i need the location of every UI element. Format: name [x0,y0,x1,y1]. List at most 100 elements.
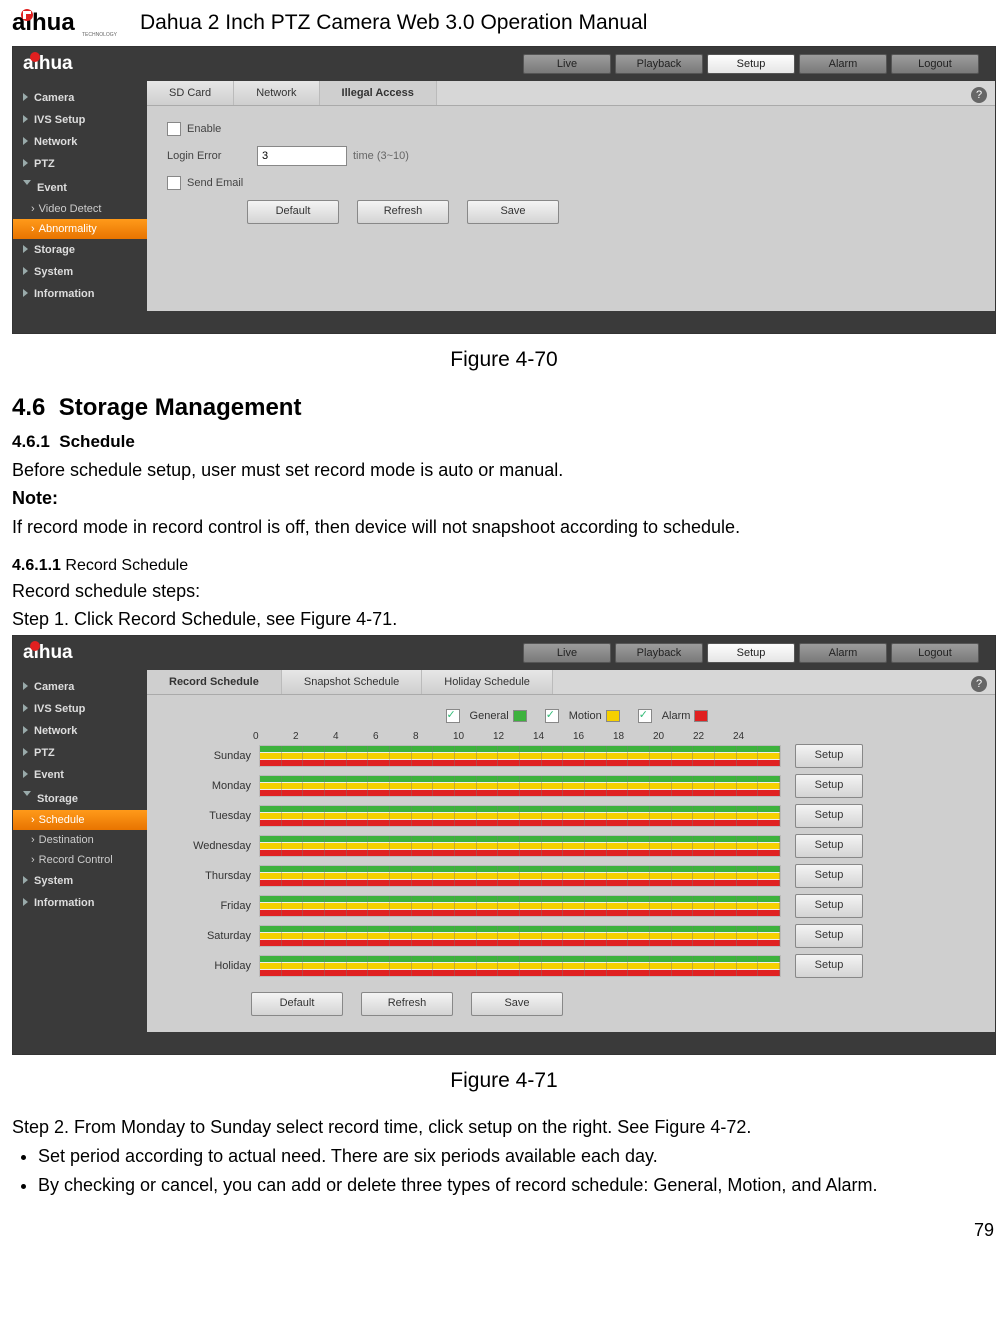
axis-tick: 0 [253,731,293,742]
tab-sd-card[interactable]: SD Card [147,81,234,105]
day-label: Sunday [173,750,259,762]
nav-setup[interactable]: Setup [707,643,795,663]
save-button[interactable]: Save [467,200,559,224]
sidebar-item-camera[interactable]: Camera [13,676,147,698]
enable-checkbox[interactable] [167,122,181,136]
setup-button[interactable]: Setup [795,894,863,918]
svg-text:TECHNOLOGY: TECHNOLOGY [82,32,118,38]
setup-button[interactable]: Setup [795,954,863,978]
schedule-row: Wednesday Setup [173,834,981,858]
day-label: Friday [173,900,259,912]
default-button[interactable]: Default [247,200,339,224]
sidebar-item-system[interactable]: System [13,870,147,892]
chevron-right-icon [23,770,28,778]
section-heading: 4.6 Storage Management [12,394,996,422]
tab-bar: Record Schedule Snapshot Schedule Holida… [147,670,995,695]
schedule-bars [259,895,781,917]
sidebar-sub-schedule[interactable]: ›Schedule [13,810,147,830]
body-text: Step 2. From Monday to Sunday select rec… [12,1115,996,1139]
save-button[interactable]: Save [471,992,563,1016]
nav-alarm[interactable]: Alarm [799,54,887,74]
body-text: Before schedule setup, user must set rec… [12,458,996,482]
document-header: alhua TECHNOLOGY Dahua 2 Inch PTZ Camera… [12,0,996,42]
sidebar-item-ptz[interactable]: PTZ [13,153,147,175]
sidebar-item-information[interactable]: Information [13,892,147,914]
sidebar-item-ivs[interactable]: IVS Setup [13,109,147,131]
arrow-icon: › [31,814,35,826]
axis-tick: 22 [693,731,733,742]
login-error-suffix: time (3~10) [353,150,409,162]
setup-button[interactable]: Setup [795,834,863,858]
sidebar-item-event[interactable]: Event [13,764,147,786]
tab-snapshot-schedule[interactable]: Snapshot Schedule [282,670,422,694]
sidebar-item-ivs[interactable]: IVS Setup [13,698,147,720]
document-title: Dahua 2 Inch PTZ Camera Web 3.0 Operatio… [140,11,647,35]
nav-live[interactable]: Live [523,643,611,663]
nav-logout[interactable]: Logout [891,643,979,663]
nav-playback[interactable]: Playback [615,643,703,663]
schedule-bars [259,925,781,947]
axis-tick: 24 [733,731,773,742]
schedule-bars [259,865,781,887]
tab-holiday-schedule[interactable]: Holiday Schedule [422,670,553,694]
day-label: Monday [173,780,259,792]
chevron-down-icon [23,791,31,800]
chevron-right-icon [23,159,28,167]
tab-record-schedule[interactable]: Record Schedule [147,670,282,694]
chevron-right-icon [23,748,28,756]
sidebar-item-network[interactable]: Network [13,131,147,153]
sidebar-item-camera[interactable]: Camera [13,87,147,109]
sidebar-item-system[interactable]: System [13,261,147,283]
chevron-down-icon [23,180,31,189]
chevron-right-icon [23,289,28,297]
legend-general-checkbox[interactable] [446,709,460,723]
refresh-button[interactable]: Refresh [357,200,449,224]
login-error-input[interactable] [257,146,347,166]
schedule-row: SaturdaySetup [173,924,981,948]
tab-network[interactable]: Network [234,81,319,105]
refresh-button[interactable]: Refresh [361,992,453,1016]
axis-tick: 18 [613,731,653,742]
nav-playback[interactable]: Playback [615,54,703,74]
legend-alarm-checkbox[interactable] [638,709,652,723]
nav-alarm[interactable]: Alarm [799,643,887,663]
sidebar-item-event[interactable]: Event [13,175,147,199]
nav-setup[interactable]: Setup [707,54,795,74]
sidebar-item-network[interactable]: Network [13,720,147,742]
sidebar-sub-destination[interactable]: ›Destination [13,830,147,850]
sidebar-sub-record-control[interactable]: ›Record Control [13,850,147,870]
figure-caption: Figure 4-70 [12,348,996,372]
swatch-yellow-icon [606,710,620,722]
swatch-red-icon [694,710,708,722]
setup-button[interactable]: Setup [795,864,863,888]
send-email-checkbox[interactable] [167,176,181,190]
nav-live[interactable]: Live [523,54,611,74]
schedule-row: Friday Setup [173,894,981,918]
schedule-bars [259,835,781,857]
setup-button[interactable]: Setup [795,774,863,798]
dahua-logo-icon: alhua [23,52,113,77]
axis-tick: 20 [653,731,693,742]
sidebar-item-storage[interactable]: Storage [13,786,147,810]
nav-logout[interactable]: Logout [891,54,979,74]
legend-motion-checkbox[interactable] [545,709,559,723]
day-label: Tuesday [173,810,259,822]
chart-axis: 024681012141618202224 [253,731,981,742]
default-button[interactable]: Default [251,992,343,1016]
sidebar-item-information[interactable]: Information [13,283,147,305]
setup-button[interactable]: Setup [795,744,863,768]
setup-button[interactable]: Setup [795,804,863,828]
tab-illegal-access[interactable]: Illegal Access [320,81,437,105]
help-icon[interactable]: ? [971,87,987,103]
day-label: Wednesday [173,840,259,852]
schedule-bars [259,955,781,977]
sidebar-item-ptz[interactable]: PTZ [13,742,147,764]
setup-button[interactable]: Setup [795,924,863,948]
sidebar: Camera IVS Setup Network PTZ Event Stora… [13,670,147,1032]
arrow-icon: › [31,223,35,235]
sidebar-sub-video-detect[interactable]: ›Video Detect [13,199,147,219]
subsection-heading: 4.6.1 Schedule [12,432,996,452]
sidebar-sub-abnormality[interactable]: ›Abnormality [13,219,147,239]
sidebar-item-storage[interactable]: Storage [13,239,147,261]
schedule-row: HolidaySetup [173,954,981,978]
